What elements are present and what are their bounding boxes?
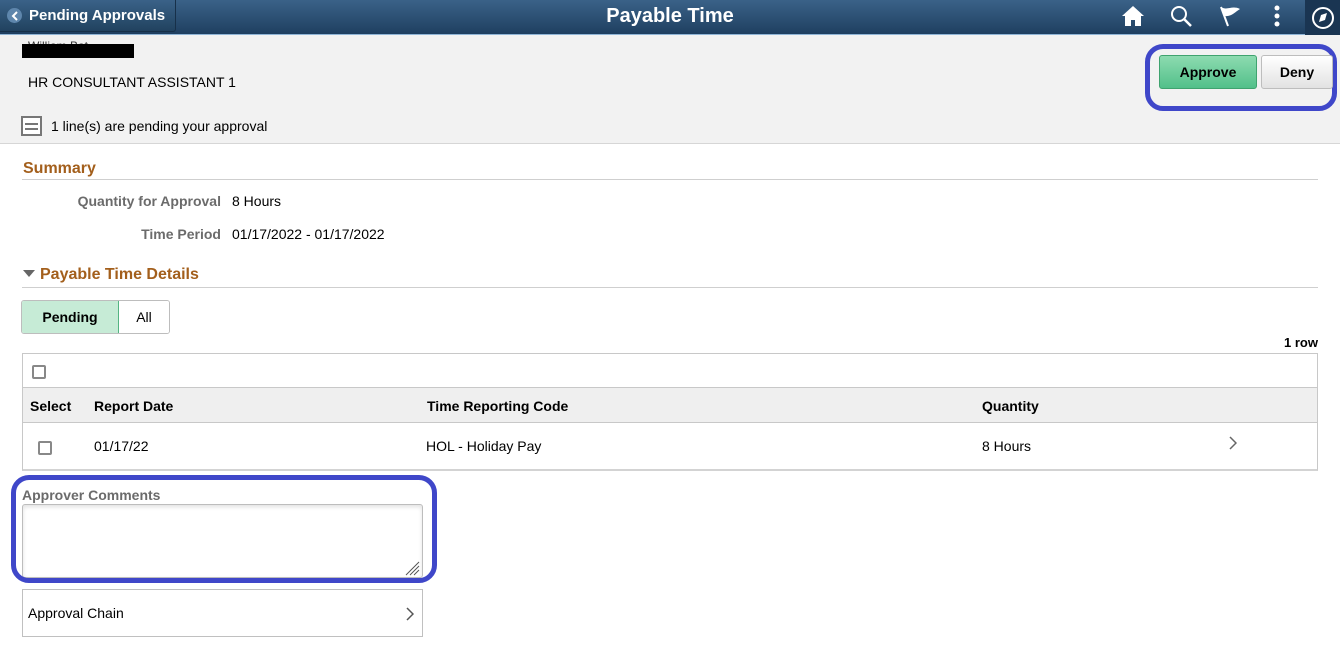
- home-icon[interactable]: [1113, 0, 1153, 32]
- caret-down-icon: [23, 270, 35, 277]
- status-segmented-control: Pending All: [21, 300, 170, 334]
- time-period-label: Time Period: [141, 226, 221, 242]
- list-icon: [21, 116, 42, 136]
- payable-time-details-label: Payable Time Details: [40, 266, 199, 283]
- time-period-value: 01/17/2022 - 01/17/2022: [232, 226, 385, 242]
- payable-time-details-heading[interactable]: Payable Time Details: [23, 266, 199, 284]
- navbar-compass-icon[interactable]: [1305, 0, 1340, 35]
- pending-message: 1 line(s) are pending your approval: [21, 116, 267, 136]
- row-select-checkbox[interactable]: [38, 441, 52, 455]
- column-header-quantity: Quantity: [982, 398, 1039, 414]
- table-row[interactable]: 01/17/22 HOL - Holiday Pay 8 Hours: [23, 424, 1317, 470]
- column-header-report-date: Report Date: [94, 398, 174, 414]
- trc-cell: HOL - Holiday Pay: [426, 438, 542, 454]
- report-date-cell: 01/17/22: [94, 438, 149, 454]
- job-title: HR CONSULTANT ASSISTANT 1: [28, 74, 236, 90]
- more-icon[interactable]: [1257, 0, 1297, 32]
- summary-heading: Summary: [23, 160, 96, 177]
- segment-all[interactable]: All: [119, 301, 169, 333]
- approval-chain-link[interactable]: Approval Chain: [22, 589, 423, 637]
- column-header-select: Select: [30, 398, 72, 414]
- pending-message-text: 1 line(s) are pending your approval: [51, 118, 268, 134]
- employee-header: William Bat HR CONSULTANT ASSISTANT 1 1 …: [0, 35, 1340, 144]
- approve-button[interactable]: Approve: [1159, 55, 1257, 89]
- summary-divider: [22, 179, 1318, 180]
- payable-time-grid: Select Report Date Time Reporting Code Q…: [22, 353, 1318, 471]
- chevron-right-icon: [1229, 436, 1238, 455]
- back-button-label: Pending Approvals: [29, 7, 166, 24]
- segment-pending[interactable]: Pending: [22, 301, 119, 333]
- details-divider: [22, 287, 1318, 288]
- quantity-cell: 8 Hours: [982, 438, 1032, 454]
- row-count: 1 row: [1284, 335, 1318, 350]
- search-icon[interactable]: [1161, 0, 1201, 32]
- back-pending-approvals-button[interactable]: Pending Approvals: [0, 0, 176, 32]
- chevron-right-icon: [406, 607, 415, 624]
- quantity-label: Quantity for Approval: [77, 193, 221, 209]
- flag-icon[interactable]: [1210, 0, 1250, 32]
- approver-comments-label: Approver Comments: [22, 487, 161, 503]
- grid-header-row: Select Report Date Time Reporting Code Q…: [23, 388, 1317, 423]
- top-banner: Pending Approvals Payable Time: [0, 0, 1340, 35]
- select-all-checkbox[interactable]: [32, 365, 46, 379]
- quantity-value: 8 Hours: [232, 193, 282, 209]
- grid-toolbar: [23, 354, 1317, 388]
- approver-comments-textarea[interactable]: [22, 504, 423, 578]
- deny-button[interactable]: Deny: [1261, 55, 1333, 89]
- column-header-trc: Time Reporting Code: [427, 398, 569, 414]
- redaction-bar: [22, 44, 134, 58]
- chevron-left-icon: [7, 8, 22, 23]
- approval-chain-label: Approval Chain: [28, 605, 124, 621]
